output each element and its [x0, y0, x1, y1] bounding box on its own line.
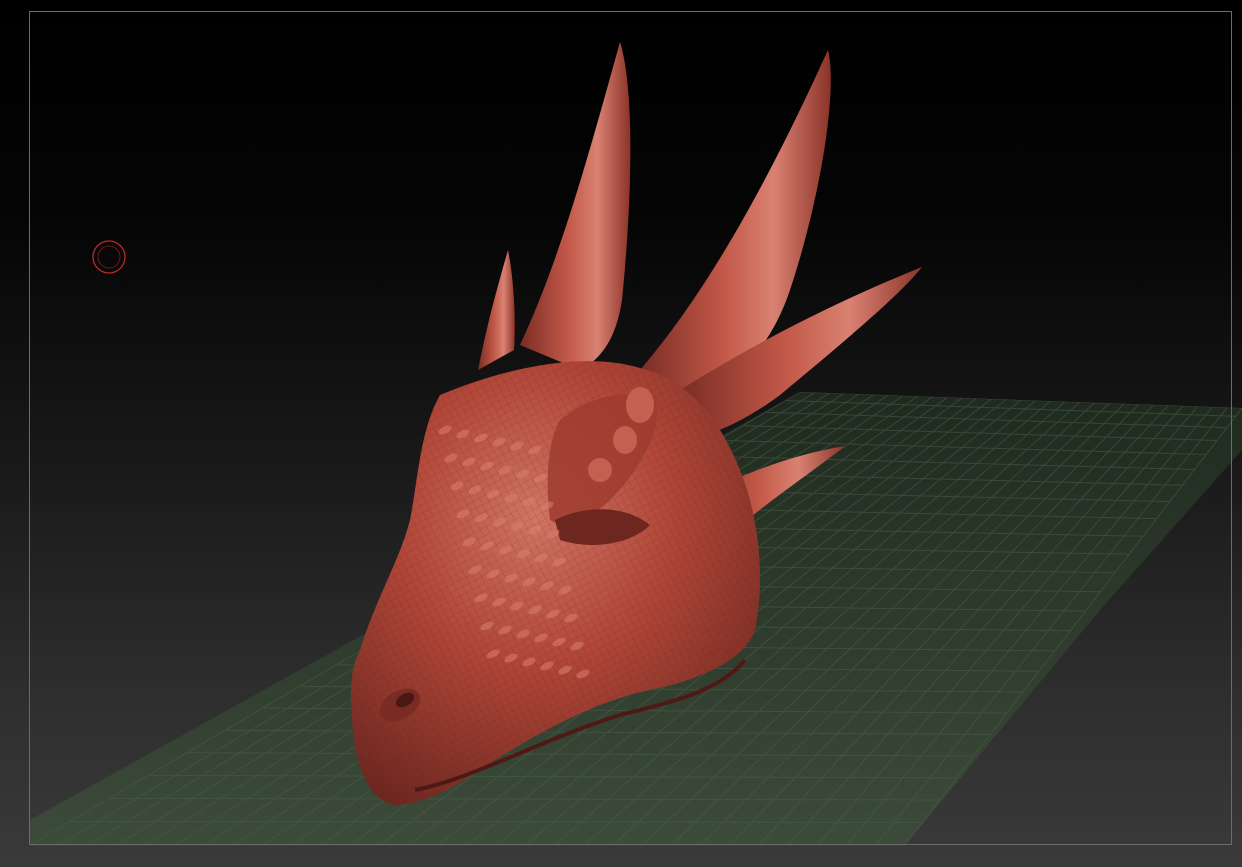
dragon-head-model[interactable]: [0, 0, 1242, 867]
back-spike: [478, 250, 515, 370]
3d-viewport[interactable]: [0, 0, 1242, 867]
left-horn: [520, 42, 631, 370]
brow-bump: [626, 387, 654, 423]
brow-bump: [613, 426, 637, 454]
brow-bump: [588, 458, 612, 482]
